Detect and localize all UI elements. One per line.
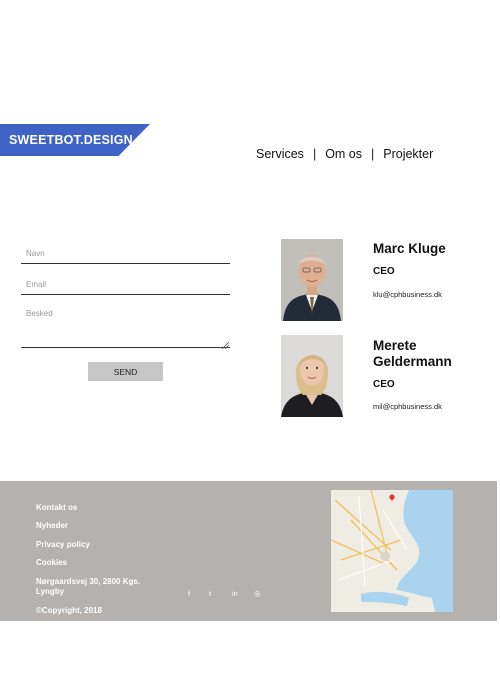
person-name: Merete Geldermann <box>373 338 452 369</box>
footer-link-kontakt[interactable]: Kontakt os <box>36 503 77 512</box>
footer-link-cookies[interactable]: Cookies <box>36 558 67 567</box>
facebook-icon[interactable]: f <box>188 589 190 598</box>
twitter-icon[interactable]: t <box>209 589 211 598</box>
portrait-man-icon <box>281 239 343 321</box>
logo-text: SWEETBOT.DESIGN <box>9 133 133 147</box>
resize-handle-icon[interactable] <box>221 341 229 349</box>
send-button[interactable]: SEND <box>88 362 163 381</box>
map-icon[interactable] <box>331 490 453 612</box>
footer-address: Nørgaardsvej 30, 2800 Kgs. Lyngby <box>36 577 141 596</box>
person-email[interactable]: klu@cphbusiness.dk <box>373 290 442 299</box>
nav-separator: | <box>371 147 375 161</box>
main-nav: Services | Om os | Projekter <box>256 147 433 161</box>
footer-link-nyheder[interactable]: Nyheder <box>36 521 68 530</box>
footer-link-privacy[interactable]: Privacy policy <box>36 540 90 549</box>
nav-separator: | <box>312 147 317 161</box>
person-role: CEO <box>373 379 395 390</box>
person-role: CEO <box>373 266 395 277</box>
footer-copyright: ©Copyright, 2018 <box>36 606 102 615</box>
instagram-icon[interactable]: ◎ <box>254 589 261 598</box>
person-email[interactable]: mil@cphbusiness.dk <box>373 402 442 411</box>
portrait-woman-icon <box>281 335 343 417</box>
name-field[interactable] <box>21 244 230 264</box>
person-name: Marc Kluge <box>373 241 446 256</box>
message-field[interactable] <box>21 304 230 348</box>
linkedin-icon[interactable]: in <box>232 589 238 598</box>
footer: Kontakt os Nyheder Privacy policy Cookie… <box>0 481 497 621</box>
nav-item-projekter[interactable]: Projekter <box>383 147 433 161</box>
contact-form <box>21 244 230 348</box>
email-field[interactable] <box>21 274 230 295</box>
site-logo[interactable]: SWEETBOT.DESIGN <box>0 124 150 156</box>
nav-item-om-os[interactable]: Om os <box>325 147 362 161</box>
nav-item-services[interactable]: Services <box>256 147 304 161</box>
